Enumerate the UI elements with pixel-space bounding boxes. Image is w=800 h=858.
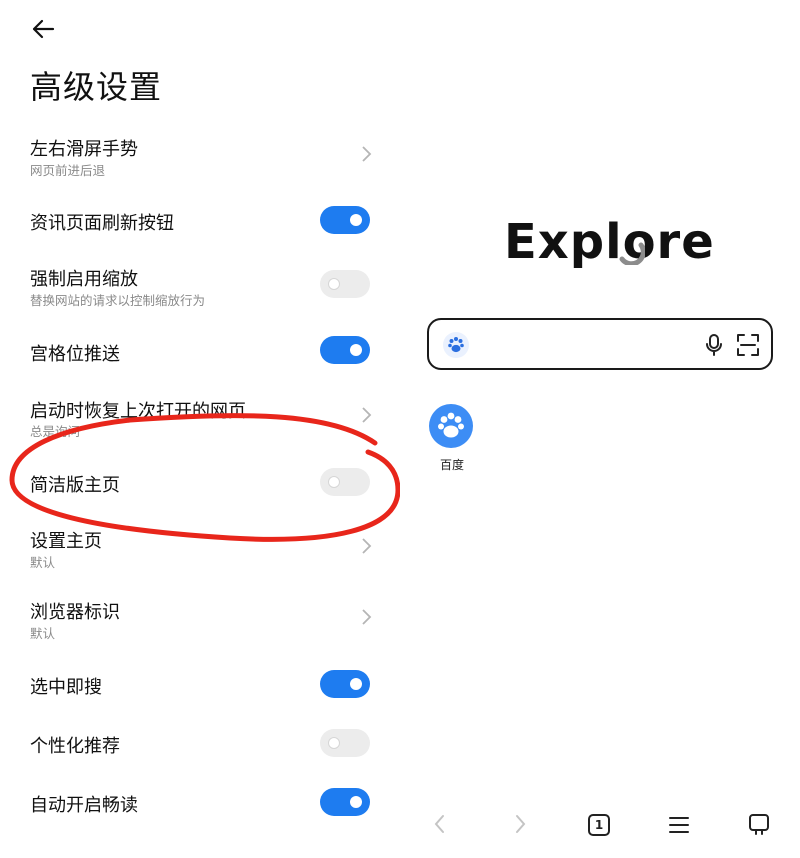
force-zoom-toggle[interactable] xyxy=(320,270,370,298)
setting-set-homepage[interactable]: 设置主页 默认 xyxy=(0,524,400,584)
setting-news-refresh-button: 资讯页面刷新按钮 xyxy=(0,190,400,250)
setting-grid-push: 宫格位推送 xyxy=(0,320,400,380)
setting-force-zoom: 强制启用缩放 替换网站的请求以控制缩放行为 xyxy=(0,262,400,322)
toggle-knob xyxy=(350,678,362,690)
menu-icon[interactable] xyxy=(668,814,690,836)
tabs-count-button[interactable]: 1 xyxy=(588,814,610,836)
simple-homepage-toggle[interactable] xyxy=(320,468,370,496)
browser-homepage: Explore 百度 1 xyxy=(400,0,800,858)
toggle-knob xyxy=(328,278,340,290)
shortcut-label: 百度 xyxy=(439,458,464,472)
chevron-right-icon xyxy=(362,407,372,423)
microphone-icon[interactable] xyxy=(702,332,726,358)
setting-sub: 总是询问 xyxy=(30,424,81,439)
setting-personalized-recommendation: 个性化推荐 xyxy=(0,713,400,773)
setting-select-to-search: 选中即搜 xyxy=(0,654,400,714)
setting-label: 左右滑屏手势 xyxy=(30,139,138,160)
auto-reader-mode-toggle[interactable] xyxy=(320,788,370,816)
setting-label: 自动开启畅读 xyxy=(30,795,138,816)
toggle-knob xyxy=(328,476,340,488)
setting-label: 设置主页 xyxy=(30,531,102,552)
setting-swipe-gesture[interactable]: 左右滑屏手势 网页前进后退 xyxy=(0,130,400,190)
toggle-knob xyxy=(350,214,362,226)
setting-auto-reader-mode: 自动开启畅读 xyxy=(0,772,400,832)
setting-sub: 默认 xyxy=(30,626,56,641)
news-refresh-toggle[interactable] xyxy=(320,206,370,234)
toggle-knob xyxy=(350,796,362,808)
home-icon[interactable] xyxy=(748,812,770,836)
explore-logo: Explore xyxy=(504,214,715,270)
toggle-knob xyxy=(328,737,340,749)
setting-user-agent[interactable]: 浏览器标识 默认 xyxy=(0,594,400,654)
setting-label: 浏览器标识 xyxy=(30,602,120,623)
setting-sub: 替换网站的请求以控制缩放行为 xyxy=(30,293,206,308)
setting-label: 个性化推荐 xyxy=(30,736,120,757)
baidu-paw-icon[interactable] xyxy=(443,332,469,358)
shortcut-baidu[interactable]: 百度 xyxy=(429,404,475,472)
personalized-recommendation-toggle[interactable] xyxy=(320,729,370,757)
chevron-right-icon xyxy=(362,538,372,554)
setting-sub: 网页前进后退 xyxy=(30,163,106,178)
setting-label: 选中即搜 xyxy=(30,677,102,698)
logo-accent-mark xyxy=(619,242,645,265)
chevron-right-icon xyxy=(362,609,372,625)
select-to-search-toggle[interactable] xyxy=(320,670,370,698)
bottom-toolbar: 1 xyxy=(400,800,800,850)
baidu-paw-icon xyxy=(429,404,473,448)
search-box[interactable] xyxy=(427,318,773,370)
page-title: 高级设置 xyxy=(30,68,163,106)
scan-icon[interactable] xyxy=(735,332,761,358)
setting-label: 强制启用缩放 xyxy=(30,269,138,290)
back-arrow-icon[interactable] xyxy=(28,14,58,44)
nav-back-icon[interactable] xyxy=(432,812,448,836)
setting-label: 宫格位推送 xyxy=(30,344,120,365)
setting-label: 资讯页面刷新按钮 xyxy=(30,213,174,234)
nav-forward-icon[interactable] xyxy=(512,812,528,836)
chevron-right-icon xyxy=(362,146,372,162)
setting-sub: 默认 xyxy=(30,555,56,570)
grid-push-toggle[interactable] xyxy=(320,336,370,364)
setting-label: 简洁版主页 xyxy=(30,475,120,496)
toggle-knob xyxy=(350,344,362,356)
setting-simple-homepage: 简洁版主页 xyxy=(0,452,400,512)
setting-label: 启动时恢复上次打开的网页 xyxy=(30,401,246,422)
setting-restore-last-pages[interactable]: 启动时恢复上次打开的网页 总是询问 xyxy=(0,392,400,452)
settings-panel: 高级设置 左右滑屏手势 网页前进后退 资讯页面刷新按钮 强制启用缩放 替换网站的… xyxy=(0,0,400,858)
